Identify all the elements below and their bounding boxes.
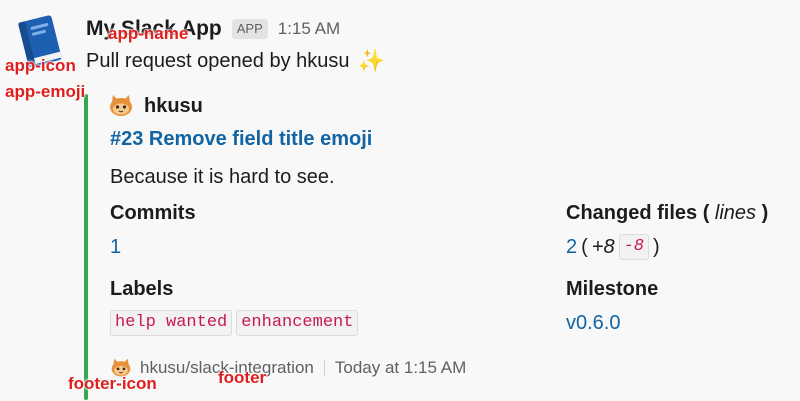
annotation-footer-icon: footer-icon: [68, 374, 157, 393]
field-title-labels: Labels: [110, 278, 174, 300]
attachment-title-link[interactable]: #23 Remove field title emoji: [110, 128, 372, 151]
app-badge: APP: [231, 19, 268, 39]
annotation-app-name: app-name: [108, 24, 189, 43]
field-milestone: Milestone v0.6.0: [566, 276, 658, 336]
changed-files-title-suffix: ): [761, 202, 769, 224]
message-pretext: Pull request opened by hkusu ✨: [86, 48, 385, 74]
author-name[interactable]: hkusu: [144, 95, 203, 118]
slack-message: My Slack App APP 1:15 AM Pull request op…: [0, 0, 800, 401]
field-title-milestone: Milestone: [566, 278, 659, 300]
sparkles-icon: ✨: [357, 48, 385, 73]
field-value-changed-files: 2 ( +8 -8 ): [566, 234, 768, 260]
changed-files-title-prefix: Changed files (: [566, 202, 710, 224]
field-value-labels: help wanted enhancement: [110, 310, 359, 336]
additions-count: +8: [591, 236, 615, 258]
footer-divider: [323, 360, 325, 376]
attachment-footer: hkusu/slack-integration Today at 1:15 AM: [110, 356, 466, 380]
changed-files-title-emphasis: lines: [714, 202, 757, 224]
changed-files-count-link[interactable]: 2: [566, 234, 577, 260]
attachment-color-bar: [84, 94, 88, 400]
field-value-milestone: v0.6.0: [566, 310, 658, 336]
field-commits: Commits 1: [110, 200, 196, 260]
changed-files-close-paren: ): [653, 236, 660, 258]
footer-timestamp[interactable]: Today at 1:15 AM: [335, 358, 466, 378]
attachment-author: hkusu: [108, 92, 203, 120]
field-value-commits: 1: [110, 234, 196, 260]
pretext-text: Pull request opened by hkusu: [86, 49, 350, 72]
annotation-app-emoji: app-emoji: [5, 82, 86, 101]
label-tag: enhancement: [236, 310, 359, 336]
field-title-commits: Commits: [110, 202, 196, 224]
octocat-icon: [108, 93, 134, 119]
message-timestamp[interactable]: 1:15 AM: [278, 19, 340, 39]
annotation-app-icon: app-icon: [5, 56, 76, 75]
label-tag: help wanted: [110, 310, 233, 336]
milestone-link[interactable]: v0.6.0: [566, 310, 620, 336]
field-labels: Labels help wanted enhancement: [110, 276, 359, 336]
field-changed-files: Changed files ( lines ) 2 ( +8 -8 ): [566, 200, 768, 260]
deletions-count: -8: [618, 234, 650, 260]
field-title-changed-files: Changed files ( lines ): [566, 200, 768, 226]
attachment-text: Because it is hard to see.: [110, 166, 335, 188]
changed-files-open-paren: (: [581, 236, 588, 258]
commits-count-link[interactable]: 1: [110, 234, 121, 260]
annotation-footer: footer: [218, 368, 267, 387]
